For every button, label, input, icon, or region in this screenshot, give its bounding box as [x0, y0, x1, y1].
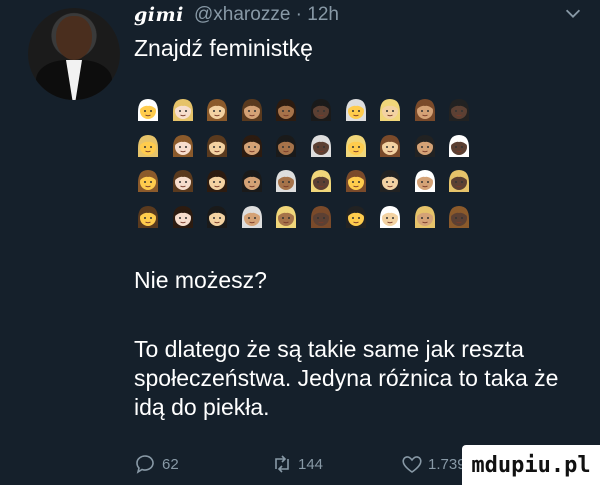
woman-face-emoji [138, 134, 158, 157]
woman-face-emoji [345, 134, 366, 157]
woman-face-emoji [310, 99, 331, 121]
woman-face-emoji [414, 134, 435, 157]
woman-face-emoji [138, 205, 158, 228]
woman-face-emoji [276, 205, 297, 228]
woman-face-emoji [380, 205, 401, 228]
tweet-text-question: Nie możesz? [134, 267, 267, 293]
retweet-count: 144 [298, 455, 324, 473]
avatar-face [56, 16, 92, 60]
like-button[interactable]: 1.739 [400, 452, 466, 476]
tweet-text-body: To dlatego że są takie same jak reszta s… [134, 336, 559, 420]
woman-face-emoji [310, 205, 331, 228]
woman-face-emoji [380, 134, 401, 157]
display-name[interactable]: gimi [134, 4, 184, 26]
woman-face-emoji [241, 170, 262, 192]
woman-face-emoji [449, 134, 470, 157]
reply-count: 62 [162, 455, 179, 473]
woman-face-emoji [345, 205, 366, 228]
woman-face-emoji [207, 134, 228, 157]
woman-face-emoji [414, 205, 435, 228]
reply-button[interactable]: 62 [134, 452, 179, 476]
woman-face-emoji [380, 170, 401, 192]
tweet-text-title: Znajdź feministkę [134, 35, 313, 61]
woman-face-emoji [449, 170, 470, 192]
woman-face-emoji [138, 99, 158, 121]
woman-face-emoji [414, 170, 435, 192]
retweet-icon [275, 455, 289, 473]
woman-face-emoji [207, 170, 228, 192]
woman-face-emoji [414, 99, 435, 121]
avatar[interactable] [28, 8, 120, 100]
heart-icon [402, 456, 422, 473]
woman-face-emoji [172, 99, 193, 121]
woman-face-emoji [172, 134, 193, 157]
woman-face-emoji [276, 99, 297, 121]
woman-face-emoji [449, 205, 470, 228]
woman-face-emoji [276, 134, 297, 157]
tweet-header: gimi @xharozze · 12h [134, 2, 584, 32]
handle-time[interactable]: @xharozze · 12h [194, 4, 339, 26]
woman-face-emoji [449, 99, 470, 121]
woman-face-emoji [207, 99, 228, 121]
chevron-down-icon[interactable] [562, 2, 584, 24]
reply-icon [136, 455, 154, 474]
like-count: 1.739 [428, 455, 466, 473]
woman-face-emoji [276, 170, 297, 192]
retweet-button[interactable]: 144 [270, 452, 323, 476]
woman-face-emoji [207, 205, 228, 228]
emoji-grid [134, 96, 480, 238]
woman-face-emoji [138, 170, 158, 192]
woman-face-emoji [241, 205, 262, 228]
woman-face-emoji [380, 99, 401, 121]
woman-face-emoji [172, 170, 193, 192]
woman-face-emoji [345, 99, 366, 121]
watermark-logo: mdupiu.pl [462, 445, 600, 485]
woman-face-emoji [310, 170, 331, 192]
woman-face-emoji [310, 134, 331, 157]
woman-face-emoji [172, 205, 193, 228]
woman-face-emoji [345, 170, 366, 192]
woman-face-emoji [241, 134, 262, 157]
woman-face-emoji [241, 99, 262, 121]
